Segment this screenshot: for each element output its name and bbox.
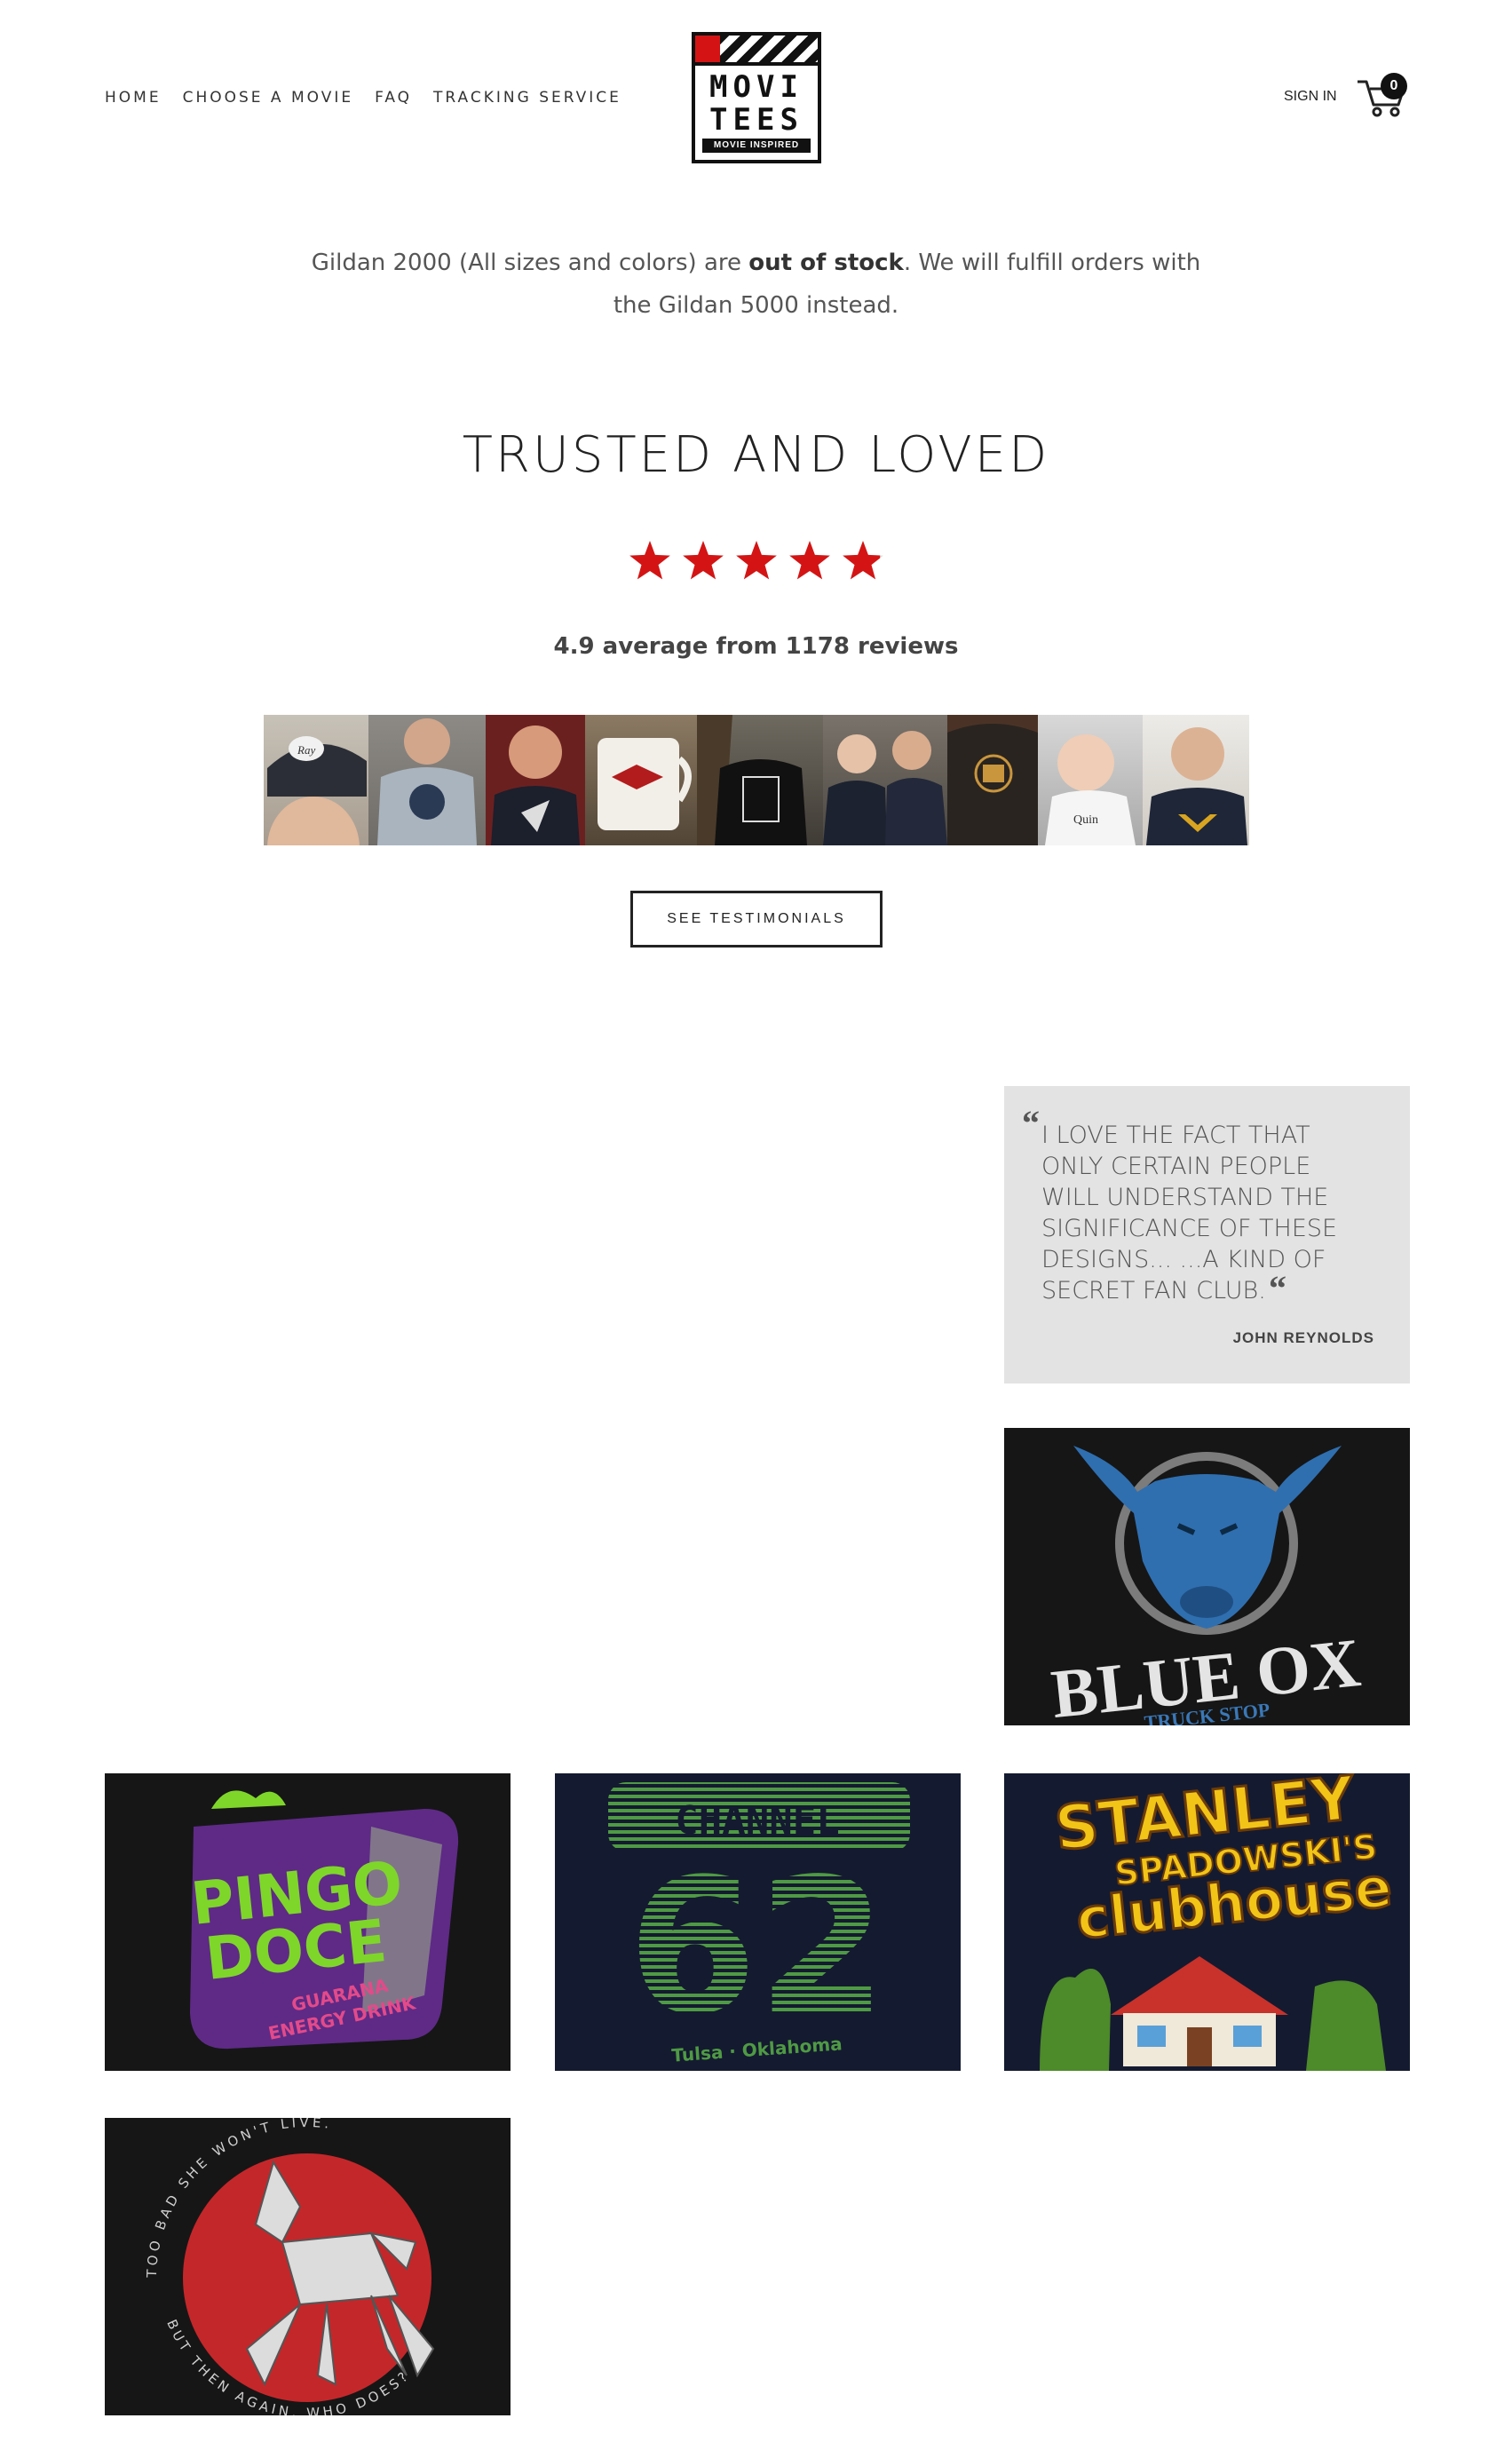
logo-text-line2: TEES [709, 102, 803, 138]
nav-choose-a-movie[interactable]: CHOOSE A MOVIE [183, 89, 354, 107]
open-quote-icon: “ [1022, 1103, 1040, 1143]
logo-tagline: MOVIE INSPIRED [702, 139, 811, 153]
clapperboard-icon [695, 36, 818, 66]
close-quote-icon: “ [1269, 1268, 1286, 1308]
see-testimonials-button[interactable]: SEE TESTIMONIALS [630, 891, 883, 948]
main-nav: HOME CHOOSE A MOVIE FAQ TRACKING SERVICE [105, 89, 621, 107]
site-header: HOME CHOOSE A MOVIE FAQ TRACKING SERVICE… [0, 0, 1512, 204]
customer-photo [697, 715, 823, 845]
star-filled [789, 541, 830, 580]
customer-photo: Quin [1038, 715, 1143, 845]
customer-photo [1143, 715, 1249, 845]
reviews-title: TRUSTED AND LOVED [462, 426, 1050, 484]
rating-summary: 4.9 average from 1178 reviews [553, 633, 959, 660]
customer-photo [585, 715, 697, 845]
star-filled [736, 541, 777, 580]
testimonial-author: JOHN REYNOLDS [1232, 1329, 1374, 1346]
channel-number: 62 [628, 1838, 887, 2056]
notice-text-bold: out of stock [748, 250, 904, 276]
svg-text:Ray: Ray [297, 743, 315, 757]
sign-in-link[interactable]: SIGN IN [1284, 89, 1337, 105]
customer-photo [823, 715, 947, 845]
channel-word: CHANNEL [675, 1798, 839, 1844]
customer-photo [368, 715, 486, 845]
cart-count-badge: 0 [1381, 73, 1407, 99]
testimonial-card: “ I LOVE THE FACT THAT ONLY CERTAIN PEOP… [1004, 1086, 1410, 1384]
movitees-logo[interactable]: MOVI TEES MOVIE INSPIRED [692, 32, 821, 163]
nav-tracking-service[interactable]: TRACKING SERVICE [433, 89, 621, 107]
stock-notice: Gildan 2000 (All sizes and colors) are o… [302, 242, 1210, 327]
logo-text-line1: MOVI [709, 69, 803, 105]
rating-stars [629, 541, 883, 580]
product-tile-channel-62[interactable]: CHANNEL 62 Tulsa · Oklahoma [555, 1773, 961, 2071]
customer-photo [486, 715, 585, 845]
customer-photo: Ray [264, 715, 368, 845]
star-filled [843, 541, 881, 580]
product-tile-pingo-doce[interactable]: PINGO DOCE GUARANA ENERGY DRINK [105, 1773, 511, 2071]
nav-home[interactable]: HOME [105, 89, 162, 107]
nav-faq[interactable]: FAQ [375, 89, 412, 107]
product-tile-origami-unicorn[interactable]: TOO BAD SHE WON'T LIVE. BUT THEN AGAIN, … [105, 2118, 511, 2415]
product-tile-blue-ox[interactable]: BLUE OX TRUCK STOP [1004, 1428, 1410, 1725]
star-filled [683, 541, 724, 580]
svg-text:Quin: Quin [1073, 813, 1098, 827]
customer-photo-strip[interactable]: Ray Quin [264, 715, 1249, 845]
testimonial-quote: I LOVE THE FACT THAT ONLY CERTAIN PEOPLE… [1041, 1122, 1338, 1304]
customer-photo [947, 715, 1038, 845]
product-tile-stanley-spadowski[interactable]: STANLEY SPADOWSKI'S clubhouse [1004, 1773, 1410, 2071]
star-filled [629, 541, 670, 580]
notice-text-start: Gildan 2000 (All sizes and colors) are [311, 250, 749, 276]
